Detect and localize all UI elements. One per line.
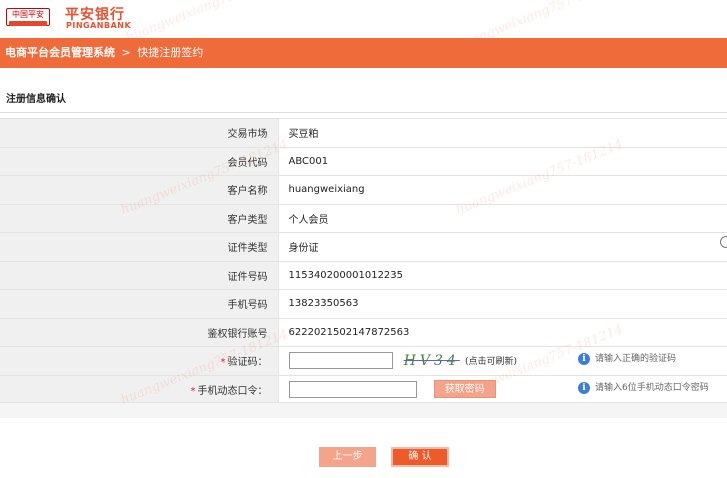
row-label: 证件类型 [0,232,278,262]
info-icon: i [578,381,590,394]
row-label: 交易市场 [0,118,278,148]
table-row: 客户名称 huangweixiang [0,175,727,205]
radio-circle-icon[interactable] [720,236,727,248]
table-row: 会员代码 ABC001 [0,146,727,176]
table-row: 鉴权银行账号 6222021502147872563 [0,317,727,347]
otp-label-cell: * 手机动态口令： [0,374,278,404]
captcha-refresh-hint[interactable]: (点击可刷新) [465,357,517,367]
row-label: 手机号码 [0,289,278,319]
breadcrumb: 电商平台会员管理系统 > 快捷注册签约 [0,38,727,68]
captcha-image[interactable]: HV34 [404,353,460,369]
row-label: 会员代码 [0,146,278,176]
section-title: 注册信息确认 [6,94,66,105]
table-row: 证件类型 身份证 [0,232,727,262]
breadcrumb-system[interactable]: 电商平台会员管理系统 [5,46,115,59]
row-value: ABC001 [277,146,727,176]
section-divider [0,112,727,113]
pingan-small-logo: 中国平安 [6,8,50,26]
table-row: 手机号码 13823350563 [0,289,727,319]
table-row: 证件号码 115340200001012235 [0,260,727,290]
logo-small-text: 中国平安 [12,10,44,19]
breadcrumb-current-page: 快捷注册签约 [137,46,204,59]
captcha-tip-text: 请输入正确的验证码 [595,354,677,364]
row-value: 13823350563 [277,289,727,319]
bank-logo-en: PINGANBANK [66,21,132,30]
row-value: 115340200001012235 [277,260,727,290]
row-value: 买豆粕 [277,118,727,148]
captcha-input[interactable] [288,352,393,370]
logo-bar [9,21,47,26]
row-label: 证件号码 [0,260,278,290]
table-row: 客户类型 个人会员 [0,203,727,233]
required-mark: * [220,357,226,369]
info-icon: i [578,352,590,365]
row-label: 客户类型 [0,203,278,233]
table-row: 交易市场 买豆粕 [0,118,727,148]
required-mark: * [190,385,196,397]
footer-band [0,402,727,418]
row-value: 身份证 [277,232,727,262]
row-value: 个人会员 [277,203,727,233]
row-label: 鉴权银行账号 [0,317,278,347]
otp-input[interactable] [288,380,417,398]
captcha-label-cell: * 验证码： [0,346,278,376]
get-password-button[interactable]: 获取密码 [433,380,496,399]
captcha-label: 验证码： [227,357,268,369]
row-value: huangweixiang [277,175,727,205]
row-value: 6222021502147872563 [277,317,727,347]
otp-tip: i 请输入6位手机动态口令密码 [578,380,709,394]
captcha-tip: i 请输入正确的验证码 [578,351,676,365]
row-label: 客户名称 [0,175,278,205]
otp-label: 手机动态口令： [197,385,268,397]
previous-step-button[interactable]: 上一步 [319,447,376,467]
breadcrumb-separator: > [121,46,131,59]
header: 中国平安 平安银行 PINGANBANK [0,0,727,38]
otp-tip-text: 请输入6位手机动态口令密码 [595,383,709,393]
confirm-button[interactable]: 确 认 [391,447,449,467]
